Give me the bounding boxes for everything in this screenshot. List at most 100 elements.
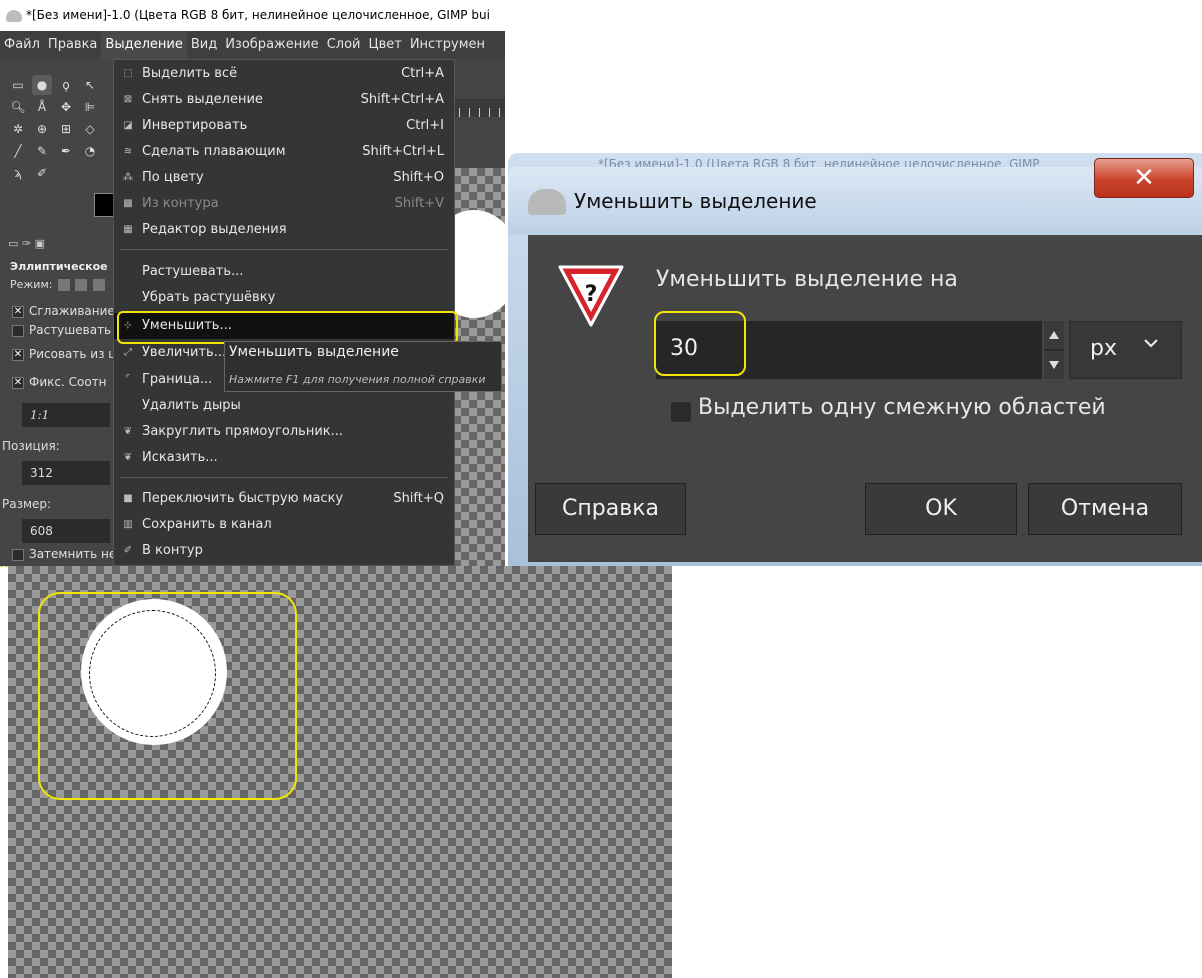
draw-from-center-label: Рисовать из ц — [29, 347, 117, 361]
cancel-button[interactable]: Отмена — [1028, 483, 1182, 535]
antialias-checkbox[interactable]: ✕ — [12, 305, 24, 318]
zoom-tool-icon[interactable]: 🔍︎ — [8, 97, 28, 117]
antialias-option[interactable]: ✕ Сглаживание — [12, 304, 115, 318]
position-x-field[interactable]: 312 — [22, 461, 110, 485]
menu-item-remove-holes[interactable]: Удалить дыры — [114, 393, 454, 419]
script-fu-icon: ❦ — [123, 426, 133, 437]
mode-replace-icon[interactable] — [57, 279, 70, 291]
perspective-tool-icon[interactable]: ◇ — [80, 119, 100, 139]
feather-label: Растушевать — [29, 323, 112, 337]
value-highlight-annotation — [654, 311, 746, 376]
menu-item-feather[interactable]: Растушевать... — [114, 259, 454, 285]
measure-tool-icon[interactable]: Å — [32, 97, 52, 117]
menu-layer[interactable]: Слой — [323, 31, 365, 59]
paths-tool-icon[interactable]: ϡ — [8, 163, 28, 183]
align-tool-icon[interactable]: ⊫ — [80, 97, 100, 117]
fuzzy-select-tool-icon[interactable]: ↖ — [80, 75, 100, 95]
menu-item-toggle-quick-mask[interactable]: ■ Переключить быструю маску Shift+Q — [114, 486, 454, 512]
menu-item-sharpen[interactable]: Убрать растушёвку — [114, 285, 454, 311]
menu-item-to-path[interactable]: ✐ В контур — [114, 538, 454, 564]
pencil-tool-icon[interactable]: ╱ — [8, 141, 28, 161]
feather-option[interactable]: Растушевать — [12, 323, 111, 337]
menu-view[interactable]: Вид — [187, 31, 221, 59]
fixed-ratio-checkbox[interactable]: ✕ — [12, 376, 24, 389]
brush-tool-icon[interactable]: ✎ — [32, 141, 52, 161]
unit-select[interactable]: px — [1069, 321, 1182, 379]
select-contiguous-checkbox[interactable] — [671, 402, 691, 422]
menu-item-from-path: ▩ Из контура Shift+V — [123, 196, 444, 211]
mode-add-icon[interactable] — [75, 279, 88, 291]
menu-item-float[interactable]: ≋ Сделать плавающим Shift+Ctrl+L — [114, 139, 454, 165]
menu-item-distort[interactable]: ❦ Исказить... — [114, 445, 454, 471]
tooltip-hint: Нажмите F1 для получения полной справки — [229, 373, 486, 386]
size-width-field[interactable]: 608 — [22, 519, 110, 543]
spin-divider — [1044, 349, 1064, 351]
heal-tool-icon[interactable]: ⊞ — [56, 119, 76, 139]
move-tool-icon[interactable]: ✥ — [56, 97, 76, 117]
shrink-tooltip: Уменьшить выделение Нажмите F1 для получ… — [224, 341, 502, 392]
result-highlight-annotation — [38, 592, 297, 800]
images-tab-icon[interactable]: ▣ — [35, 237, 45, 250]
ratio-field[interactable]: 1:1 — [22, 403, 110, 427]
darken-label: Затемнить не — [29, 547, 117, 561]
window-titlebar: *[Без имени]-1.0 (Цвета RGB 8 бит, нелин… — [0, 0, 505, 31]
unit-value: px — [1090, 336, 1117, 361]
mode-row: Режим: — [10, 278, 105, 291]
draw-from-center-option[interactable]: ✕ Рисовать из ц — [12, 347, 116, 361]
from-path-icon: ▩ — [123, 198, 133, 209]
darken-option[interactable]: Затемнить не — [12, 547, 116, 561]
menu-colors[interactable]: Цвет — [364, 31, 405, 59]
toolbox: ▭ ● ϙ ↖ 🔍︎ Å ✥ ⊫ ✲ ⊕ ⊞ ◇ ╱ ✎ ✒ ◔ ϡ ✐ ▭ ✑ — [0, 59, 116, 566]
menu-item-invert[interactable]: ◪ Инвертировать Ctrl+I — [114, 113, 454, 139]
bucket-tool-icon[interactable]: ◔ — [80, 141, 100, 161]
horizontal-ruler — [453, 99, 505, 118]
spin-down-icon[interactable] — [1049, 361, 1059, 369]
tool-options-tab-icon[interactable]: ▭ — [8, 237, 18, 250]
menu-edit[interactable]: Правка — [44, 31, 101, 59]
float-icon: ≋ — [123, 146, 133, 157]
warp-tool-icon[interactable]: ✲ — [8, 119, 28, 139]
menu-item-save-to-channel[interactable]: ▥ Сохранить в канал — [114, 512, 454, 538]
darken-checkbox[interactable] — [12, 548, 24, 561]
free-select-tool-icon[interactable]: ϙ — [56, 75, 76, 95]
question-icon: ? — [558, 265, 624, 327]
shrink-amount-spinner[interactable] — [1044, 321, 1064, 379]
draw-from-center-checkbox[interactable]: ✕ — [12, 348, 24, 361]
menu-select[interactable]: Выделение — [101, 31, 187, 59]
menu-item-by-color[interactable]: ⁂ По цвету Shift+O — [114, 165, 454, 191]
gimp-logo-icon — [528, 189, 566, 215]
position-label: Позиция: — [2, 439, 60, 453]
foreground-color-swatch[interactable] — [94, 193, 114, 217]
clone-tool-icon[interactable]: ⊕ — [32, 119, 52, 139]
menu-image[interactable]: Изображение — [221, 31, 322, 59]
mode-subtract-icon[interactable] — [92, 279, 105, 291]
menu-file[interactable]: Файл — [0, 31, 44, 59]
rect-select-tool-icon[interactable]: ▭ — [8, 75, 28, 95]
spin-up-icon[interactable] — [1049, 331, 1059, 339]
help-button[interactable]: Справка — [535, 483, 686, 535]
ink-tool-icon[interactable]: ✒ — [56, 141, 76, 161]
invert-icon: ◪ — [123, 120, 133, 131]
dialog-body: ? Уменьшить выделение на 30 px Выделить … — [528, 235, 1202, 562]
ellipse-select-tool-icon[interactable]: ● — [32, 75, 52, 95]
window-title: *[Без имени]-1.0 (Цвета RGB 8 бит, нелин… — [26, 8, 490, 22]
fixed-ratio-option[interactable]: ✕ Фикс. Соотн — [12, 375, 107, 389]
menu-item-select-all[interactable]: ⬚ Выделить всё Ctrl+A — [114, 61, 454, 87]
ok-button[interactable]: OK — [865, 483, 1017, 535]
menu-item-select-none[interactable]: ⊠ Снять выделение Shift+Ctrl+A — [114, 87, 454, 113]
menu-item-selection-editor[interactable]: ▦ Редактор выделения — [114, 217, 454, 243]
canvas-padding — [453, 117, 505, 168]
feather-checkbox[interactable] — [12, 324, 24, 337]
select-contiguous-label[interactable]: Выделить одну смежную областей — [698, 395, 1106, 420]
fixed-ratio-label: Фикс. Соотн — [29, 375, 107, 389]
svg-text:?: ? — [585, 282, 598, 307]
close-icon[interactable]: ✕ — [1094, 158, 1194, 198]
menu-tools[interactable]: Инструмен — [406, 31, 489, 59]
chevron-down-icon — [1144, 339, 1158, 348]
color-picker-tool-icon[interactable]: ✐ — [32, 163, 52, 183]
mode-label: Режим: — [10, 278, 53, 291]
menu-item-rounded-rectangle[interactable]: ❦ Закруглить прямоугольник... — [114, 419, 454, 445]
select-all-icon: ⬚ — [123, 68, 133, 79]
device-status-tab-icon[interactable]: ✑ — [22, 237, 31, 250]
menu-separator — [120, 249, 448, 250]
